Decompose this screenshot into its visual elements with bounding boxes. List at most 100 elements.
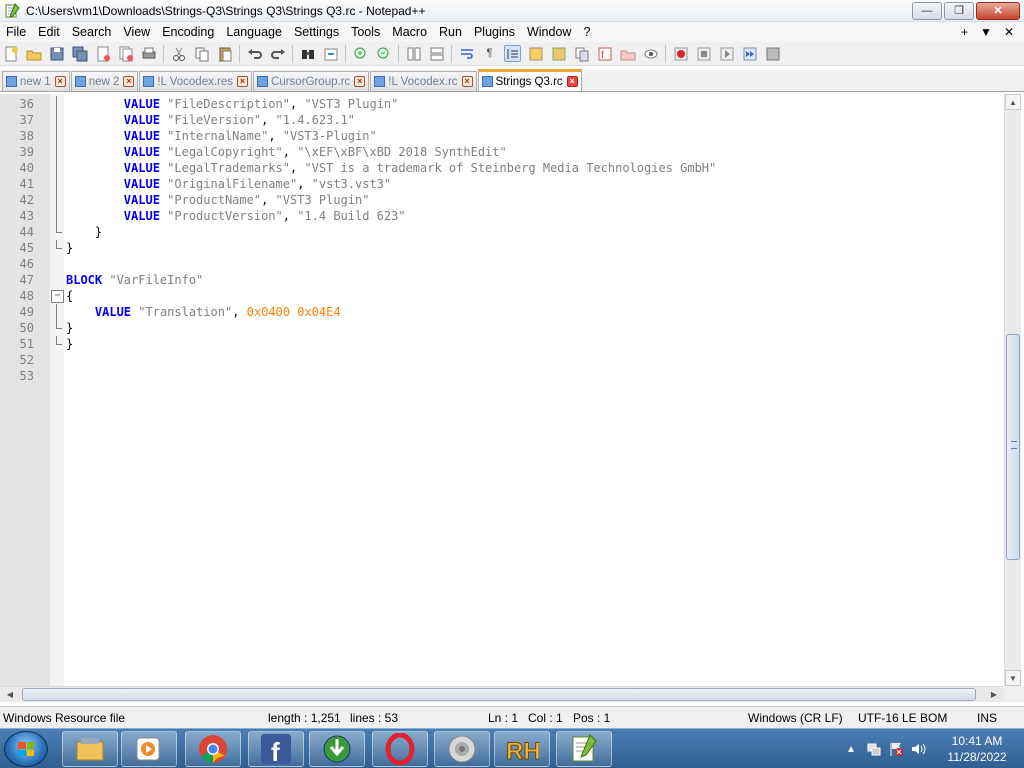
scroll-down-icon[interactable]: ▼	[1005, 670, 1021, 686]
horizontal-scrollbar[interactable]: ◀ ▶	[0, 686, 1004, 702]
record-macro-icon[interactable]	[672, 45, 689, 62]
code-line[interactable]: 49 VALUE "Translation", 0x0400 0x04E4	[0, 304, 1004, 320]
code-line[interactable]: 46	[0, 256, 1004, 272]
start-button[interactable]	[4, 731, 48, 767]
word-wrap-icon[interactable]	[458, 45, 475, 62]
close-document-button[interactable]: ✕	[1004, 25, 1014, 39]
tab-list-dropdown-button[interactable]: ▼	[980, 25, 992, 39]
taskbar-notepadpp[interactable]	[556, 731, 612, 767]
document-list-icon[interactable]	[573, 45, 590, 62]
code-line[interactable]: 40 VALUE "LegalTrademarks", "VST is a tr…	[0, 160, 1004, 176]
new-file-icon[interactable]	[2, 45, 19, 62]
status-encoding[interactable]: UTF-16 LE BOM	[858, 711, 947, 725]
taskbar-rh-app[interactable]: RH	[494, 731, 550, 767]
code-line[interactable]: 48 {	[0, 288, 1004, 304]
menu-window[interactable]: Window	[521, 22, 577, 42]
menu-search[interactable]: Search	[66, 22, 118, 42]
copy-icon[interactable]	[193, 45, 210, 62]
menu-help[interactable]: ?	[577, 22, 596, 42]
status-eol-format[interactable]: Windows (CR LF)	[748, 711, 843, 725]
network-icon[interactable]	[866, 741, 882, 757]
vertical-scrollbar[interactable]: ▲ ▼	[1004, 94, 1021, 686]
code-line[interactable]: 52	[0, 352, 1004, 368]
code-line[interactable]: 41 VALUE "OriginalFilename", "vst3.vst3"	[0, 176, 1004, 192]
code-line[interactable]: 45}	[0, 240, 1004, 256]
tab-close-icon[interactable]: ×	[354, 76, 366, 87]
menu-tools[interactable]: Tools	[345, 22, 386, 42]
volume-icon[interactable]	[910, 741, 928, 757]
taskbar-speaker-app[interactable]	[434, 731, 490, 767]
tab-close-icon[interactable]: ×	[237, 76, 249, 87]
save-macro-icon[interactable]	[764, 45, 781, 62]
undo-icon[interactable]	[246, 45, 263, 62]
taskbar-download-manager[interactable]	[309, 731, 365, 767]
print-icon[interactable]	[140, 45, 157, 62]
show-all-characters-icon[interactable]: ¶	[481, 45, 498, 62]
monitoring-eye-icon[interactable]	[642, 45, 659, 62]
sync-vertical-icon[interactable]	[405, 45, 422, 62]
menu-run[interactable]: Run	[433, 22, 468, 42]
tab-vocodex-res[interactable]: !L Vocodex.res ×	[139, 71, 253, 91]
scroll-up-icon[interactable]: ▲	[1005, 94, 1021, 110]
vertical-scroll-thumb[interactable]	[1006, 334, 1020, 560]
menu-file[interactable]: File	[0, 22, 32, 42]
code-line[interactable]: 44 }	[0, 224, 1004, 240]
menu-encoding[interactable]: Encoding	[156, 22, 220, 42]
tab-new-1[interactable]: new 1 ×	[2, 71, 70, 91]
taskbar-file-explorer[interactable]	[62, 731, 118, 767]
fold-toggle-icon[interactable]	[50, 288, 64, 304]
menu-view[interactable]: View	[117, 22, 156, 42]
new-tab-plus-button[interactable]: +	[961, 25, 968, 39]
horizontal-scroll-thumb[interactable]	[22, 688, 976, 701]
close-file-icon[interactable]	[94, 45, 111, 62]
close-all-icon[interactable]	[117, 45, 134, 62]
replace-icon[interactable]	[322, 45, 339, 62]
user-language-icon[interactable]	[527, 45, 544, 62]
tab-strings-q3-rc[interactable]: Strings Q3.rc ×	[477, 69, 582, 91]
menu-edit[interactable]: Edit	[32, 22, 66, 42]
minimize-button[interactable]: —	[912, 1, 942, 20]
redo-icon[interactable]	[269, 45, 286, 62]
cut-icon[interactable]	[170, 45, 187, 62]
menu-language[interactable]: Language	[220, 22, 288, 42]
open-file-icon[interactable]	[25, 45, 42, 62]
action-center-flag-icon[interactable]	[888, 741, 904, 757]
taskbar-chrome[interactable]	[185, 731, 241, 767]
function-list-icon[interactable]: f	[596, 45, 613, 62]
sync-horizontal-icon[interactable]	[428, 45, 445, 62]
document-map-icon[interactable]	[550, 45, 567, 62]
taskbar-clock[interactable]: 10:41 AM 11/28/2022	[936, 733, 1018, 765]
code-line[interactable]: 47 BLOCK "VarFileInfo"	[0, 272, 1004, 288]
run-macro-multiple-icon[interactable]	[741, 45, 758, 62]
code-line[interactable]: 39 VALUE "LegalCopyright", "\xEF\xBF\xBD…	[0, 144, 1004, 160]
zoom-in-icon[interactable]	[352, 45, 369, 62]
code-line[interactable]: 50}	[0, 320, 1004, 336]
scroll-left-icon[interactable]: ◀	[2, 687, 18, 702]
code-line[interactable]: 53	[0, 368, 1004, 384]
status-insert-mode[interactable]: INS	[977, 711, 997, 725]
code-line[interactable]: 51}	[0, 336, 1004, 352]
code-line[interactable]: 36 VALUE "FileDescription", "VST3 Plugin…	[0, 96, 1004, 112]
show-hidden-icons-icon[interactable]: ▲	[846, 744, 856, 755]
play-macro-icon[interactable]	[718, 45, 735, 62]
tab-close-icon[interactable]: ×	[54, 76, 66, 87]
maximize-button[interactable]: ❐	[944, 1, 974, 20]
menu-plugins[interactable]: Plugins	[468, 22, 521, 42]
tab-new-2[interactable]: new 2 ×	[70, 71, 139, 91]
taskbar-facebook[interactable]: f	[248, 731, 304, 767]
tab-vocodex-rc[interactable]: !L Vocodex.rc ×	[370, 71, 477, 91]
close-button[interactable]: ✕	[976, 1, 1020, 20]
code-line[interactable]: 43 VALUE "ProductVersion", "1.4 Build 62…	[0, 208, 1004, 224]
tab-close-icon[interactable]: ×	[461, 76, 473, 87]
indent-guide-icon[interactable]	[504, 45, 521, 62]
save-all-icon[interactable]	[71, 45, 88, 62]
menu-settings[interactable]: Settings	[288, 22, 345, 42]
taskbar-media-player[interactable]	[121, 731, 177, 767]
code-line[interactable]: 37 VALUE "FileVersion", "1.4.623.1"	[0, 112, 1004, 128]
paste-icon[interactable]	[216, 45, 233, 62]
taskbar-opera[interactable]	[372, 731, 428, 767]
tab-close-icon[interactable]: ×	[566, 76, 578, 87]
tab-cursorgroup-rc[interactable]: CursorGroup.rc ×	[253, 71, 370, 91]
tab-close-icon[interactable]: ×	[123, 76, 135, 87]
folder-workspace-icon[interactable]	[619, 45, 636, 62]
